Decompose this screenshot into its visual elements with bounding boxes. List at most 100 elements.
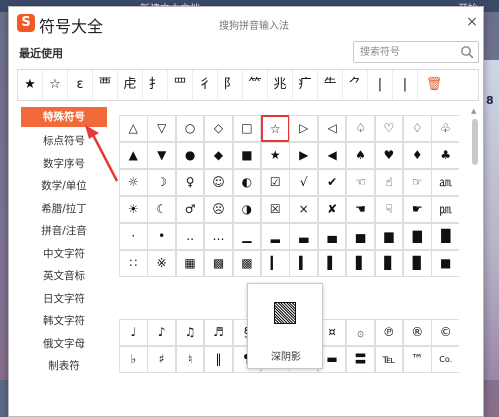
sidebar-item-5[interactable]: 拼音/注音 [21,220,107,243]
recent-symbol[interactable]: ☆ [43,70,68,100]
symbol-cell[interactable]: ☑ [261,169,290,196]
symbol-cell[interactable]: □ [232,115,262,142]
symbol-cell[interactable]: ★ [261,142,290,169]
symbol-cell[interactable]: ◑ [232,196,262,223]
symbol-cell[interactable]: ▩ [204,250,233,277]
recent-symbol[interactable]: 兆 [268,70,293,100]
sidebar-item-10[interactable]: 俄文字母 [21,333,107,356]
symbol-cell[interactable]: ♭ [119,346,148,373]
symbol-cell[interactable]: ♣ [431,142,459,169]
symbol-cell[interactable]: ♫ [175,319,205,346]
symbol-cell[interactable]: ♢ [403,115,432,142]
recent-symbol[interactable]: ε [68,70,93,100]
symbol-cell[interactable]: ∷ [119,250,148,277]
sidebar-item-4[interactable]: 希腊/拉丁 [21,198,107,221]
symbol-cell[interactable]: █ [431,223,459,250]
symbol-cell[interactable]: ♯ [147,346,176,373]
symbol-cell[interactable]: ☾ [147,196,176,223]
symbol-cell[interactable]: ▊ [374,250,404,277]
symbol-cell[interactable]: ☹ [204,196,233,223]
symbol-cell[interactable]: ▄ [317,223,347,250]
recent-symbol[interactable]: 覀 [93,70,118,100]
title-bar[interactable]: S 符号大全 搜狗拼音输入法 × [9,7,483,39]
search-input[interactable] [360,44,456,60]
sidebar-item-9[interactable]: 韩文字符 [21,310,107,333]
symbol-cell[interactable]: ☺ [204,169,233,196]
symbol-cell[interactable]: ☟ [374,196,404,223]
symbol-cell[interactable]: ◇ [204,115,233,142]
symbol-cell[interactable]: 〓 [346,346,375,373]
symbol-cell[interactable]: ☒ [261,196,290,223]
symbol-cell[interactable]: ◁ [317,115,347,142]
symbol-cell[interactable]: × [289,196,318,223]
symbol-cell[interactable]: ▅ [346,223,375,250]
symbol-cell[interactable]: ▎ [261,250,290,277]
symbol-cell[interactable]: ㏘ [431,196,459,223]
symbol-cell[interactable]: ■ [232,142,262,169]
recent-symbol[interactable]: ★ [18,70,43,100]
symbol-cell[interactable]: ♀ [175,169,205,196]
grid-scrollbar[interactable]: ▲ [471,107,479,377]
symbol-cell[interactable]: Co. [431,346,459,373]
scroll-up-icon[interactable]: ▲ [471,107,476,115]
symbol-cell[interactable]: ▽ [147,115,176,142]
symbol-cell[interactable]: ☜ [346,169,375,196]
symbol-cell[interactable]: ♥ [374,142,404,169]
symbol-cell[interactable]: ♮ [175,346,205,373]
symbol-cell[interactable]: ☛ [403,196,432,223]
symbol-cell[interactable]: ◀ [317,142,347,169]
symbol-cell[interactable]: ▼ [147,142,176,169]
recent-symbol[interactable]: ⺧ [318,70,343,100]
search-icon[interactable] [460,45,474,59]
recent-symbol[interactable]: 彳 [193,70,218,100]
symbol-cell[interactable]: ㏂ [431,169,459,196]
symbol-cell[interactable]: ♠ [346,142,375,169]
symbol-cell[interactable]: ☼ [119,169,148,196]
symbol-cell[interactable]: ✔ [317,169,347,196]
symbol-cell[interactable]: ♩ [119,319,148,346]
symbol-cell[interactable]: ‖ [204,346,233,373]
symbol-cell[interactable]: △ [119,115,148,142]
symbol-cell[interactable]: ♤ [346,115,375,142]
recent-symbol[interactable]: | [368,70,393,100]
trash-icon[interactable]: 🗑 [418,70,450,100]
symbol-cell[interactable]: ● [175,142,205,169]
search-box[interactable] [353,41,479,63]
symbol-cell[interactable]: ▦ [175,250,205,277]
symbol-cell[interactable]: ○ [175,115,205,142]
close-button[interactable]: × [463,13,481,31]
symbol-cell[interactable]: ♧ [431,115,459,142]
symbol-cell[interactable]: © [431,319,459,346]
symbol-cell[interactable]: ▃ [289,223,318,250]
sidebar-item-11[interactable]: 制表符 [21,355,107,378]
symbol-cell[interactable]: ۞ [346,319,375,346]
symbol-cell[interactable]: ☀ [119,196,148,223]
recent-symbol[interactable]: ⺮ [243,70,268,100]
symbol-cell[interactable]: ☝ [374,169,404,196]
recent-symbol[interactable]: 疒 [293,70,318,100]
symbol-cell[interactable]: √ [289,169,318,196]
symbol-cell[interactable]: ♂ [175,196,205,223]
symbol-cell[interactable]: ▋ [346,250,375,277]
symbol-cell[interactable]: ◆ [204,142,233,169]
symbol-cell[interactable]: ▷ [289,115,318,142]
symbol-cell[interactable]: ♡ [374,115,404,142]
symbol-cell[interactable]: ℡ [374,346,404,373]
scroll-thumb[interactable] [472,119,478,165]
symbol-cell[interactable]: ◐ [232,169,262,196]
symbol-cell[interactable]: ♬ [204,319,233,346]
symbol-cell[interactable]: ▍ [289,250,318,277]
sidebar-item-7[interactable]: 英文音标 [21,265,107,288]
recent-symbol[interactable]: 扌 [143,70,168,100]
sidebar-item-0[interactable]: 特殊符号 [21,107,107,127]
symbol-cell[interactable]: ▲ [119,142,148,169]
symbol-cell[interactable]: • [147,223,176,250]
symbol-cell[interactable]: ▂ [261,223,290,250]
symbol-cell[interactable]: ☽ [147,169,176,196]
recent-symbol[interactable]: | [393,70,418,100]
symbol-cell[interactable]: ▌ [317,250,347,277]
symbol-cell[interactable]: ♪ [147,319,176,346]
symbol-cell[interactable]: ▇ [403,223,432,250]
symbol-cell[interactable]: ▉ [403,250,432,277]
symbol-cell[interactable]: ♦ [403,142,432,169]
